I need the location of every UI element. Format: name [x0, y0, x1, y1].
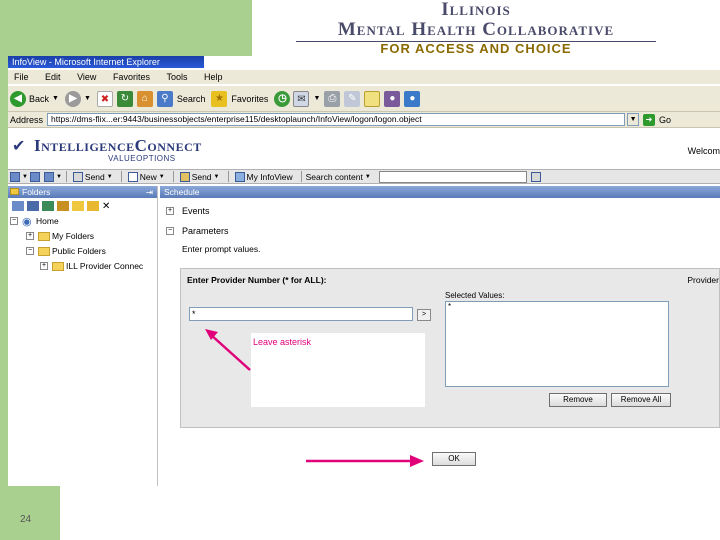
arrow-to-input	[205, 329, 251, 371]
annotation-arrows	[205, 329, 424, 467]
arrow-to-ok	[306, 455, 424, 467]
presentation-slide: 24 Illinois Mental Health Collaborative …	[0, 0, 720, 540]
